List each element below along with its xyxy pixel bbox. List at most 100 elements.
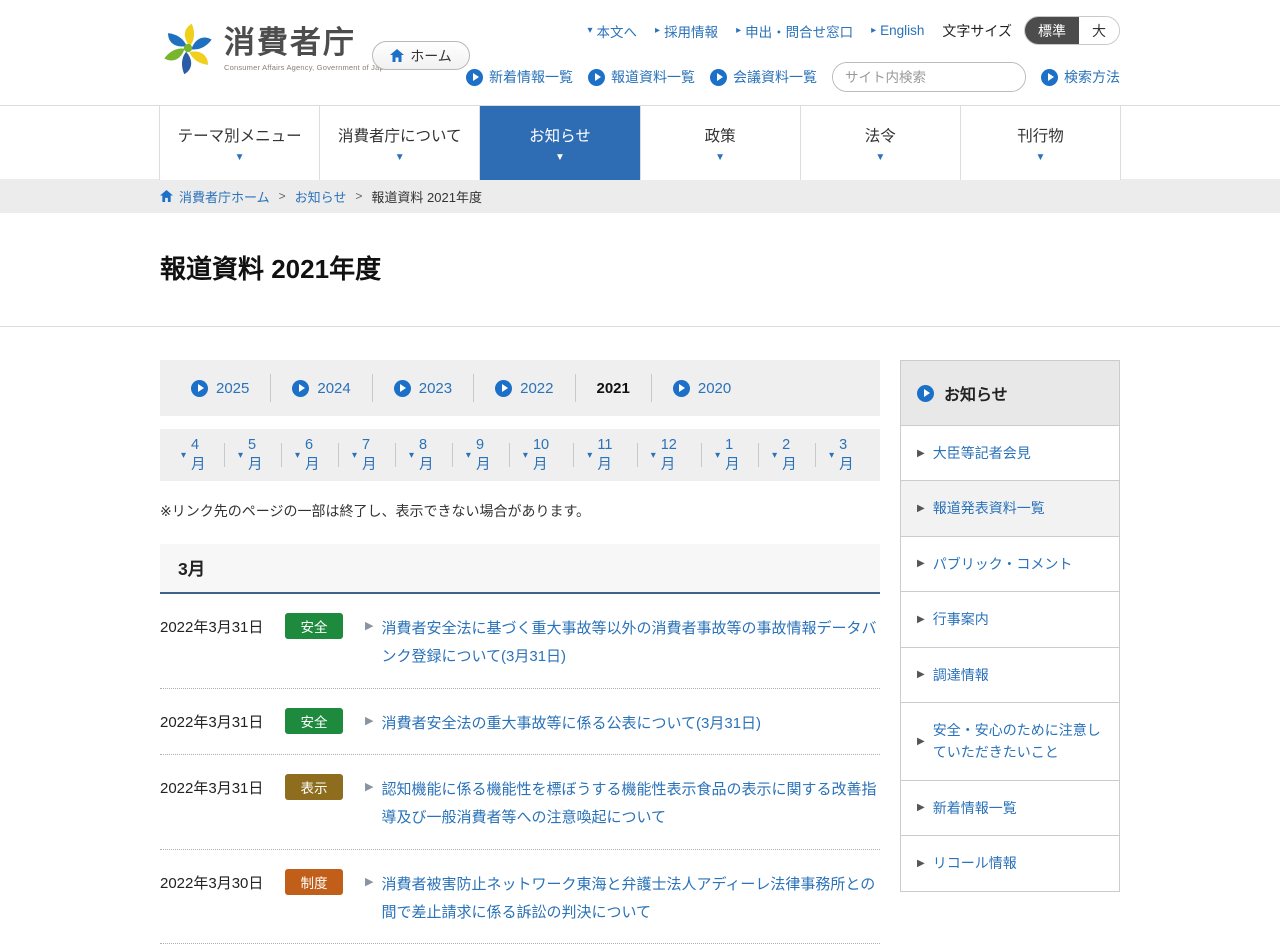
caret-down-icon: ▾ bbox=[181, 449, 187, 461]
caret-down-icon: ▼ bbox=[1035, 151, 1046, 163]
caret-down-icon: ▾ bbox=[772, 449, 778, 461]
caret-down-icon: ▾ bbox=[715, 449, 721, 461]
year-tab-2023[interactable]: 2023 bbox=[373, 374, 475, 402]
section-title: 3月 bbox=[178, 558, 206, 579]
caret-down-icon: ▾ bbox=[351, 449, 357, 461]
month-tab-11[interactable]: ▾ 11月 bbox=[574, 437, 638, 473]
month-tab-5[interactable]: ▾ 5月 bbox=[225, 437, 282, 473]
caret-right-icon: ▶ bbox=[917, 857, 925, 869]
month-tab-2[interactable]: ▾ 2月 bbox=[759, 437, 817, 473]
sidebar-announcements: お知らせ ▶ 大臣等記者会見 ▶ 報道発表資料一覧 ▶ パブリック・コメント ▶… bbox=[900, 360, 1120, 892]
circle-arrow-icon bbox=[588, 68, 605, 86]
year-tab-2020[interactable]: 2020 bbox=[652, 374, 752, 402]
font-size-large-button[interactable]: 大 bbox=[1079, 17, 1119, 44]
circle-arrow-icon bbox=[672, 379, 690, 397]
sidebar-header[interactable]: お知らせ bbox=[901, 361, 1119, 426]
news-link[interactable]: 消費者安全法に基づく重大事故等以外の消費者事故等の事故情報データバンク登録につい… bbox=[381, 615, 880, 671]
news-row: 2022年3月30日 制度 ▶ 消費者被害防止ネットワーク東海と弁護士法人アディ… bbox=[160, 850, 880, 944]
global-nav: テーマ別メニュー ▼ 消費者庁について ▼ お知らせ ▼ 政策 ▼ 法令 ▼ 刊… bbox=[0, 105, 1280, 180]
caret-right-icon: ▶ bbox=[917, 558, 925, 570]
main-column: 2025 2024 2023 2022 2021 2020 ▾ 4月 ▾ 5月 ▾ 6… bbox=[160, 360, 880, 944]
caret-down-icon: ▾ bbox=[587, 449, 593, 461]
breadcrumb-separator: > bbox=[278, 189, 286, 203]
circle-arrow-icon bbox=[292, 379, 310, 397]
caret-right-icon: ▶ bbox=[917, 503, 925, 515]
site-search-input[interactable] bbox=[833, 63, 1025, 91]
circle-arrow-icon bbox=[191, 379, 208, 397]
caret-down-icon: ▼ bbox=[394, 151, 405, 163]
sidebar-item-safety-cautions[interactable]: ▶ 安全・安心のために注意していただきたいこと bbox=[901, 702, 1119, 781]
sidebar-item-press-release-list[interactable]: ▶ 報道発表資料一覧 bbox=[901, 481, 1119, 537]
sidebar-item-new-info-list[interactable]: ▶ 新着情報一覧 bbox=[901, 780, 1119, 837]
nav-about-agency[interactable]: 消費者庁について ▼ bbox=[319, 106, 480, 180]
news-date: 2022年3月30日 bbox=[160, 874, 264, 892]
news-link[interactable]: 消費者被害防止ネットワーク東海と弁護士法人アディーレ法律事務所との間で差止請求に… bbox=[381, 871, 880, 927]
caret-down-icon: ▾ bbox=[294, 449, 300, 461]
breadcrumb-announcements-link[interactable]: お知らせ bbox=[295, 187, 347, 206]
caret-down-icon: ▼ bbox=[715, 151, 726, 163]
sidebar-item-procurement[interactable]: ▶ 調達情報 bbox=[901, 647, 1119, 703]
year-tab-2024[interactable]: 2024 bbox=[271, 374, 373, 402]
sidebar-item-recall-info[interactable]: ▶ リコール情報 bbox=[901, 836, 1119, 892]
font-size-label: 文字サイズ bbox=[942, 22, 1012, 39]
home-button[interactable]: ホーム bbox=[372, 41, 470, 70]
recruit-link[interactable]: ▸ 採用情報 bbox=[655, 21, 718, 41]
year-tab-2022[interactable]: 2022 bbox=[474, 374, 576, 402]
sidebar-item-events[interactable]: ▶ 行事案内 bbox=[901, 592, 1119, 648]
year-tab-2025[interactable]: 2025 bbox=[170, 374, 272, 402]
english-link[interactable]: ▸ English bbox=[871, 23, 924, 38]
quick-links: 新着情報一覧 報道資料一覧 会議資料一覧 検索 検索方法 bbox=[466, 62, 1120, 92]
agency-tagline-en: Consumer Affairs Agency, Government of J… bbox=[224, 62, 393, 72]
meeting-materials-list-link[interactable]: 会議資料一覧 bbox=[710, 67, 817, 87]
category-badge-safety: 安全 bbox=[285, 707, 343, 734]
caret-right-icon: ▸ bbox=[871, 25, 877, 36]
font-size-standard-button[interactable]: 標準 bbox=[1025, 17, 1079, 44]
breadcrumb-current: 報道資料 2021年度 bbox=[371, 189, 482, 205]
sidebar-item-public-comment[interactable]: ▶ パブリック・コメント bbox=[901, 536, 1119, 593]
breadcrumb-separator: > bbox=[355, 189, 363, 203]
category-badge-labeling: 表示 bbox=[285, 774, 343, 801]
agency-name: 消費者庁 bbox=[224, 25, 356, 61]
month-tab-8[interactable]: ▾ 8月 bbox=[396, 437, 453, 473]
press-materials-list-link[interactable]: 報道資料一覧 bbox=[588, 67, 695, 87]
new-info-list-link[interactable]: 新着情報一覧 bbox=[466, 67, 573, 87]
month-tab-10[interactable]: ▾ 10月 bbox=[510, 437, 575, 473]
pinwheel-logo-icon bbox=[164, 23, 212, 75]
news-link[interactable]: 認知機能に係る機能性を標ぼうする機能性表示食品の表示に関する改善指導及び一般消費… bbox=[381, 776, 880, 832]
page-title: 報道資料 2021年度 bbox=[160, 254, 382, 284]
inquiry-link[interactable]: ▸ 申出・問合せ窓口 bbox=[736, 21, 853, 41]
nav-laws[interactable]: 法令 ▼ bbox=[799, 106, 960, 180]
news-row: 2022年3月31日 表示 ▶ 認知機能に係る機能性を標ぼうする機能性表示食品の… bbox=[160, 755, 880, 850]
month-tab-3[interactable]: ▾ 3月 bbox=[816, 437, 872, 473]
agency-logo[interactable]: 消費者庁 Consumer Affairs Agency, Government… bbox=[160, 20, 393, 78]
caret-down-icon: ▾ bbox=[829, 449, 835, 461]
sidebar-item-press-conference[interactable]: ▶ 大臣等記者会見 bbox=[901, 426, 1119, 482]
month-tab-9[interactable]: ▾ 9月 bbox=[453, 437, 510, 473]
nav-publications[interactable]: 刊行物 ▼ bbox=[959, 106, 1122, 180]
month-tab-4[interactable]: ▾ 4月 bbox=[168, 437, 225, 473]
caret-right-icon: ▶ bbox=[365, 781, 374, 794]
month-tab-12[interactable]: ▾ 12月 bbox=[638, 437, 703, 473]
category-badge-system: 制度 bbox=[285, 868, 343, 895]
year-tab-2021-current: 2021 bbox=[576, 374, 652, 402]
month-tab-1[interactable]: ▾ 1月 bbox=[702, 437, 760, 473]
caret-down-icon: ▾ bbox=[587, 25, 593, 36]
nav-policy[interactable]: 政策 ▼ bbox=[639, 106, 800, 180]
news-date: 2022年3月31日 bbox=[160, 780, 264, 798]
nav-theme-menu[interactable]: テーマ別メニュー ▼ bbox=[159, 106, 320, 180]
font-size-toggle: 標準 大 bbox=[1024, 16, 1120, 45]
circle-arrow-icon bbox=[495, 379, 513, 397]
breadcrumb-home-link[interactable]: 消費者庁ホーム bbox=[160, 187, 270, 206]
skip-to-content-link[interactable]: ▾ 本文へ bbox=[588, 21, 638, 41]
month-tab-6[interactable]: ▾ 6月 bbox=[282, 437, 339, 473]
caret-right-icon: ▶ bbox=[917, 735, 925, 747]
news-link[interactable]: 消費者安全法の重大事故等に係る公表について(3月31日) bbox=[381, 710, 761, 738]
nav-announcements[interactable]: お知らせ ▼ bbox=[479, 106, 640, 180]
circle-arrow-icon bbox=[710, 68, 727, 86]
caret-right-icon: ▶ bbox=[365, 620, 374, 632]
month-tab-7[interactable]: ▾ 7月 bbox=[339, 437, 396, 473]
caret-right-icon: ▸ bbox=[655, 25, 661, 36]
caret-down-icon: ▼ bbox=[875, 151, 886, 163]
title-band: 報道資料 2021年度 bbox=[0, 213, 1280, 327]
search-help-link[interactable]: 検索方法 bbox=[1041, 67, 1120, 87]
